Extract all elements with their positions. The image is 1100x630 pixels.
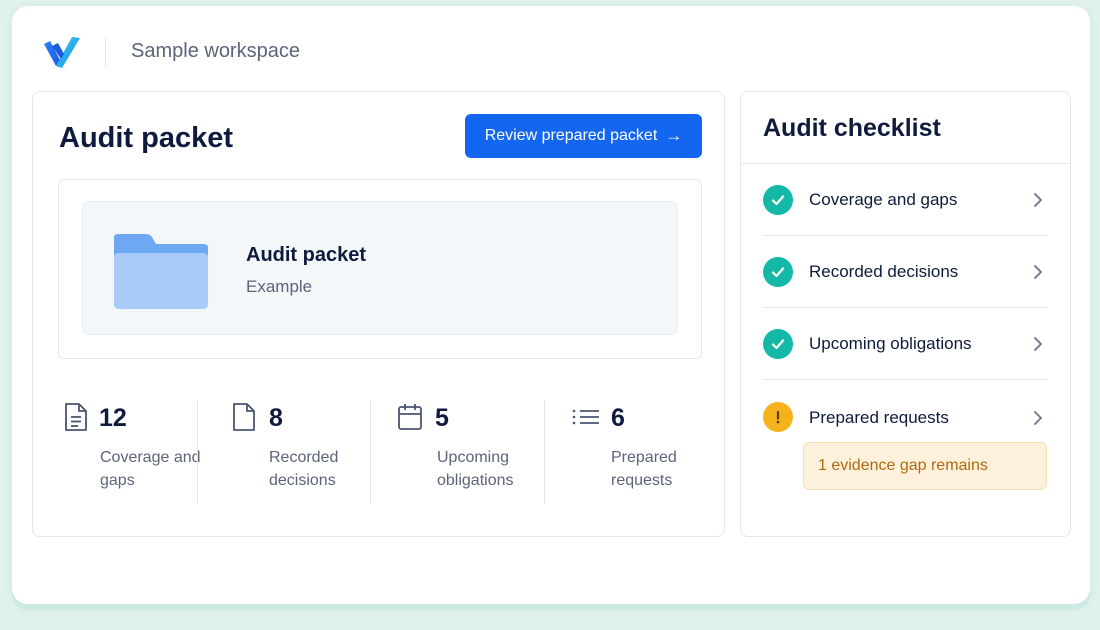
stat-requests[interactable]: 6 Prepared requests bbox=[571, 398, 711, 506]
chevron-right-icon bbox=[1034, 265, 1042, 279]
arrow-right-icon: → bbox=[665, 126, 683, 145]
app-window: Sample workspace Audit packet Review pre… bbox=[12, 6, 1090, 604]
evidence-gap-warning: 1 evidence gap remains bbox=[803, 442, 1047, 490]
warning-circle-icon bbox=[763, 402, 793, 432]
folder-icon bbox=[114, 234, 208, 309]
stat-value: 8 bbox=[269, 404, 283, 432]
brand-logo-icon[interactable] bbox=[42, 34, 82, 70]
chevron-right-icon bbox=[1034, 411, 1042, 425]
checklist-item-label: Upcoming obligations bbox=[809, 334, 972, 353]
app-header: Sample workspace bbox=[12, 6, 1090, 92]
preview-subtitle: Example bbox=[246, 277, 313, 296]
list-icon bbox=[572, 409, 599, 425]
stat-decisions[interactable]: 8 Recorded decisions bbox=[231, 398, 381, 506]
header-divider bbox=[105, 38, 106, 68]
preview-title: Audit packet bbox=[246, 244, 367, 266]
checklist-item-decisions[interactable]: Recorded decisions bbox=[763, 236, 1047, 308]
document-lines-icon bbox=[65, 403, 87, 431]
chevron-right-icon bbox=[1034, 193, 1042, 207]
document-icon bbox=[233, 403, 255, 431]
stat-label: Recorded decisions bbox=[269, 449, 339, 489]
stat-label: Upcoming obligations bbox=[437, 449, 514, 489]
check-circle-icon bbox=[763, 257, 793, 287]
checklist-item-label: Recorded decisions bbox=[809, 262, 959, 281]
stat-coverage[interactable]: 12 Coverage and gaps bbox=[63, 398, 213, 506]
stat-obligations[interactable]: 5 Upcoming obligations bbox=[397, 398, 547, 506]
button-label: Review prepared packet bbox=[484, 127, 658, 144]
calendar-icon bbox=[398, 404, 422, 430]
stat-divider bbox=[370, 400, 371, 504]
stat-value: 12 bbox=[99, 404, 127, 432]
checklist-item-label: Prepared requests bbox=[809, 408, 949, 427]
stat-label: Coverage and gaps bbox=[100, 449, 201, 489]
stat-label: Prepared requests bbox=[611, 449, 677, 489]
checklist-item-requests[interactable]: Prepared requests bbox=[763, 382, 1047, 436]
stat-divider bbox=[544, 400, 545, 504]
check-circle-icon bbox=[763, 329, 793, 359]
stat-value: 6 bbox=[611, 404, 625, 432]
chevron-right-icon bbox=[1034, 337, 1042, 351]
packet-preview: Audit packet Example bbox=[58, 179, 702, 359]
audit-packet-card: Audit packet Review prepared packet → Au… bbox=[32, 91, 725, 537]
stat-value: 5 bbox=[435, 404, 449, 432]
audit-checklist-card: Audit checklist Coverage and gaps Record… bbox=[740, 91, 1071, 537]
checklist-item-coverage[interactable]: Coverage and gaps bbox=[763, 164, 1047, 236]
review-prepared-packet-button[interactable]: Review prepared packet → bbox=[465, 114, 702, 158]
workspace-name[interactable]: Sample workspace bbox=[131, 40, 300, 63]
checklist-title: Audit checklist bbox=[763, 114, 941, 142]
checklist-item-label: Coverage and gaps bbox=[809, 190, 958, 209]
stat-divider bbox=[197, 400, 198, 504]
packet-preview-tile[interactable]: Audit packet Example bbox=[82, 201, 678, 335]
stats-row: 12 Coverage and gaps 8 Recorded decision… bbox=[33, 398, 724, 508]
page-title: Audit packet bbox=[59, 122, 234, 154]
check-circle-icon bbox=[763, 185, 793, 215]
row-separator bbox=[763, 379, 1047, 380]
checklist-item-obligations[interactable]: Upcoming obligations bbox=[763, 308, 1047, 380]
